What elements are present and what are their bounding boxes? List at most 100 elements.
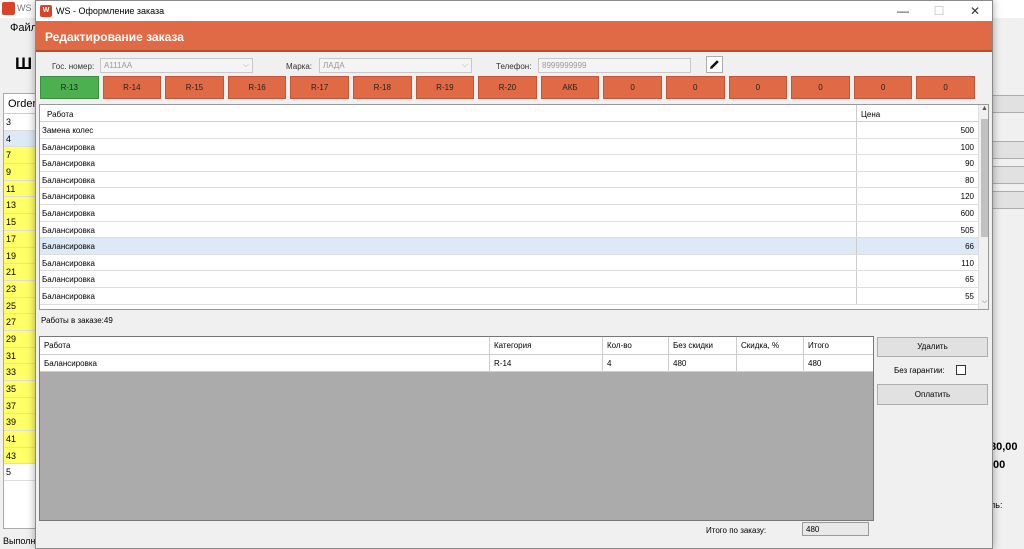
cell-work: Балансировка xyxy=(42,258,95,268)
background-button[interactable] xyxy=(992,191,1024,209)
plate-combobox[interactable]: А111АА ⌵ xyxy=(100,58,253,73)
menu-file[interactable]: Файл xyxy=(10,22,37,34)
category-button[interactable]: R-15 xyxy=(165,76,224,99)
list-item[interactable]: 21 xyxy=(4,264,36,281)
no-warranty-checkbox[interactable] xyxy=(956,365,966,375)
banner-title: Редактирование заказа xyxy=(45,30,184,44)
chevron-down-icon[interactable]: ⌵ xyxy=(243,60,249,70)
list-item[interactable]: 19 xyxy=(4,247,36,265)
pay-button[interactable]: Оплатить xyxy=(877,384,988,405)
cell-work: Замена колес xyxy=(42,126,94,135)
chevron-down-icon[interactable]: ⌵ xyxy=(462,60,468,70)
orders-list-header[interactable]: Order xyxy=(4,94,36,114)
edit-button[interactable] xyxy=(706,56,723,73)
list-item[interactable]: 17 xyxy=(4,230,36,248)
cell-price: 110 xyxy=(961,258,974,268)
list-item[interactable]: 33 xyxy=(4,364,36,381)
column-header-price[interactable]: Цена xyxy=(861,110,880,119)
table-row[interactable]: Замена колес 500 xyxy=(40,122,978,139)
close-icon[interactable]: ✕ xyxy=(957,1,993,21)
brand-combobox[interactable]: ЛАДА ⌵ xyxy=(319,58,472,73)
cell-qty[interactable]: 4 xyxy=(603,355,669,371)
column-header-discount[interactable]: Скидка, % xyxy=(737,337,804,354)
category-button[interactable]: R-17 xyxy=(290,76,349,99)
minimize-icon[interactable]: — xyxy=(885,1,921,21)
works-table[interactable]: Работа Цена Замена колес 500 Балансировка 1… xyxy=(39,104,989,310)
list-item[interactable]: 13 xyxy=(4,197,36,215)
list-item[interactable]: 7 xyxy=(4,147,36,165)
category-button[interactable]: R-19 xyxy=(415,76,475,99)
table-row[interactable]: Балансировка 600 xyxy=(40,205,978,222)
list-item[interactable]: 5 xyxy=(4,464,36,482)
table-row[interactable]: Балансировка 90 xyxy=(40,155,978,172)
list-item[interactable]: 4 xyxy=(4,130,36,148)
list-item[interactable]: 37 xyxy=(4,397,36,415)
list-item[interactable]: 15 xyxy=(4,214,36,231)
order-items-table[interactable]: Работа Категория Кол-во Без скидки Скидк… xyxy=(39,336,874,521)
table-row[interactable]: Балансировка 80 xyxy=(40,171,978,189)
cell-price: 505 xyxy=(960,225,974,235)
phone-label: Телефон: xyxy=(496,62,532,71)
column-header-work[interactable]: Работа xyxy=(47,110,73,119)
background-button[interactable] xyxy=(992,166,1024,184)
cell-no-discount[interactable]: 480 xyxy=(669,355,737,371)
orders-list[interactable]: Order 3 4 7 9 11 13 15 17 19 21 23 25 27 29 31 33 35 37 39… xyxy=(3,93,37,529)
table-row[interactable]: Балансировка 65 xyxy=(40,271,978,288)
category-button[interactable]: АКБ xyxy=(540,76,600,99)
column-header-qty[interactable]: Кол-во xyxy=(603,337,669,354)
category-button[interactable]: R-18 xyxy=(353,76,412,99)
column-header-category[interactable]: Категория xyxy=(490,337,603,354)
cell-category[interactable]: R-14 xyxy=(490,355,603,371)
list-item[interactable]: 27 xyxy=(4,314,36,331)
category-button[interactable]: R-14 xyxy=(102,76,162,99)
scrollbar-thumb[interactable] xyxy=(981,119,988,237)
cell-discount[interactable] xyxy=(737,355,804,371)
table-row[interactable]: Балансировка 120 xyxy=(40,188,978,205)
background-button[interactable] xyxy=(992,95,1024,113)
table-row[interactable]: Балансировка 55 xyxy=(40,288,978,305)
list-item[interactable]: 31 xyxy=(4,347,36,365)
cell-work[interactable]: Балансировка xyxy=(40,355,490,371)
cell-work: Балансировка xyxy=(42,209,95,218)
category-button[interactable]: 0 xyxy=(791,76,850,99)
cell-price: 66 xyxy=(965,242,974,252)
column-header-work[interactable]: Работа xyxy=(40,337,490,354)
list-item[interactable]: 35 xyxy=(4,381,36,398)
scroll-up-icon[interactable]: ▲ xyxy=(979,105,988,112)
list-item[interactable]: 29 xyxy=(4,330,36,348)
list-item[interactable]: 43 xyxy=(4,447,36,465)
cell-price: 65 xyxy=(965,275,974,285)
list-item[interactable]: 23 xyxy=(4,280,36,298)
table-row[interactable]: Балансировка 100 xyxy=(40,138,978,156)
category-button[interactable]: R-20 xyxy=(478,76,537,99)
category-button[interactable]: R-13 xyxy=(40,76,99,99)
table-row[interactable]: Балансировка 110 xyxy=(40,254,978,272)
table-row[interactable]: Балансировка 66 xyxy=(40,238,978,255)
maximize-icon[interactable]: ☐ xyxy=(921,1,957,21)
list-item[interactable]: 3 xyxy=(4,114,36,131)
background-button[interactable] xyxy=(992,141,1024,159)
column-header-no-discount[interactable]: Без скидки xyxy=(669,337,737,354)
list-item[interactable]: 11 xyxy=(4,180,36,198)
category-button[interactable]: R-16 xyxy=(227,76,287,99)
list-item[interactable]: 9 xyxy=(4,164,36,181)
chevron-down-icon[interactable]: ⌵ xyxy=(979,298,988,306)
list-item[interactable]: 25 xyxy=(4,297,36,315)
cell-total[interactable]: 480 xyxy=(804,355,873,371)
category-button[interactable]: 0 xyxy=(666,76,725,99)
cell-price: 600 xyxy=(960,209,974,218)
cell-work: Балансировка xyxy=(42,142,95,152)
table-row[interactable]: Балансировка R-14 4 480 480 xyxy=(40,355,873,372)
pencil-icon xyxy=(710,60,719,69)
category-button[interactable]: 0 xyxy=(728,76,788,99)
table-row[interactable]: Балансировка 505 xyxy=(40,221,978,239)
category-button[interactable]: 0 xyxy=(603,76,662,99)
vertical-scrollbar[interactable]: ▲ ⌵ xyxy=(978,105,988,309)
list-item[interactable]: 39 xyxy=(4,414,36,432)
category-button[interactable]: 0 xyxy=(853,76,913,99)
category-button[interactable]: 0 xyxy=(916,76,975,99)
delete-button[interactable]: Удалить xyxy=(877,337,988,357)
phone-field[interactable]: 8999999999 xyxy=(538,58,691,73)
list-item[interactable]: 41 xyxy=(4,431,36,448)
column-header-total[interactable]: Итого xyxy=(804,337,873,354)
